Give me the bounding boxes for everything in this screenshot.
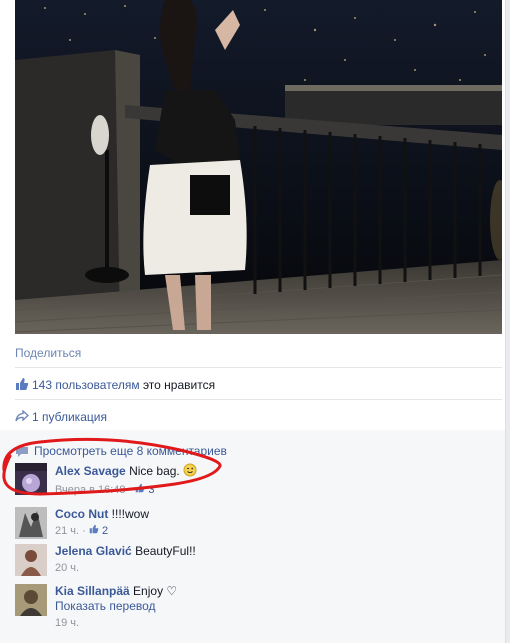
wink-emoji-icon: [183, 463, 197, 481]
comment-time[interactable]: Вчера в 16:48: [55, 484, 126, 496]
comment-text: Enjoy ♡: [133, 584, 178, 598]
divider: [15, 399, 502, 400]
avatar[interactable]: [15, 544, 47, 576]
comment-text: BeautyFul!!: [135, 544, 196, 558]
comment-meta: Вчера в 16:48 · 3: [55, 483, 155, 496]
comment-text: !!!!wow: [111, 507, 150, 521]
view-more-comments[interactable]: Просмотреть еще 8 комментариев: [15, 444, 227, 458]
comment-meta: 20 ч.: [55, 561, 485, 576]
share-link[interactable]: Поделиться: [15, 346, 81, 360]
comment-meta: 19 ч.: [55, 616, 485, 631]
comment-like-count[interactable]: 2: [102, 525, 108, 537]
comment-author[interactable]: Alex Savage: [55, 464, 126, 478]
comment-time[interactable]: 21 ч.: [55, 525, 79, 537]
avatar[interactable]: [15, 463, 47, 495]
thumbs-up-icon[interactable]: [89, 524, 102, 537]
comment-author[interactable]: Kia Sillanpää: [55, 584, 130, 598]
share-arrow-icon: [15, 409, 29, 426]
comment-bubble-icon: [15, 446, 29, 458]
post-photo[interactable]: [15, 0, 502, 334]
comment-body: Alex Savage Nice bag. Вчера в 16:48 · 3: [55, 463, 485, 498]
comment-meta: 21 ч. · 2: [55, 524, 109, 537]
view-more-label: Просмотреть еще 8 комментариев: [34, 444, 227, 458]
divider: [15, 367, 502, 368]
comment-author[interactable]: Jelena Glavić: [55, 544, 132, 558]
comment-time[interactable]: 20 ч.: [55, 562, 79, 574]
shares-summary[interactable]: 1 публикация: [15, 409, 107, 425]
comment-like-count[interactable]: 3: [148, 484, 154, 496]
comment-body: Coco Nut !!!!wow 21 ч. · 2: [55, 507, 485, 539]
comment-time[interactable]: 19 ч.: [55, 617, 79, 629]
post-card: Поделиться 143 пользователям это нравитс…: [0, 0, 506, 643]
comment-body: Jelena Glavić BeautyFul!! 20 ч.: [55, 544, 485, 576]
thumbs-up-icon: [15, 377, 29, 395]
comment-text: Nice bag.: [129, 464, 180, 479]
show-translation-link[interactable]: Показать перевод: [55, 599, 485, 614]
avatar[interactable]: [15, 507, 47, 539]
comments-section: Просмотреть еще 8 комментариев Alex Sava…: [0, 430, 505, 643]
photo-illustration: [15, 0, 502, 334]
shares-link[interactable]: 1 публикация: [32, 410, 107, 424]
comment-body: Kia Sillanpää Enjoy ♡ Показать перевод 1…: [55, 584, 485, 631]
likes-count-link[interactable]: 143 пользователям: [32, 378, 140, 392]
thumbs-up-icon[interactable]: [135, 483, 148, 496]
comment-author[interactable]: Coco Nut: [55, 507, 108, 521]
avatar[interactable]: [15, 584, 47, 616]
likes-suffix: это нравится: [139, 378, 216, 393]
likes-summary: 143 пользователям это нравится: [15, 377, 215, 393]
